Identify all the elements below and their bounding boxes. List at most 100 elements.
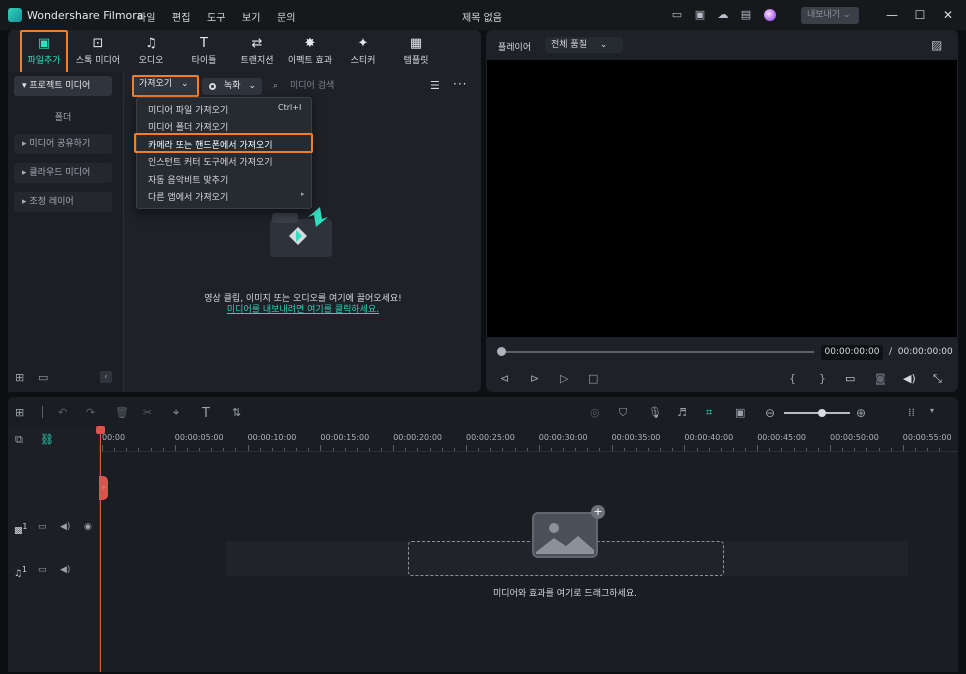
ruler-tick-label: 00:00:30:00 <box>538 433 588 442</box>
shortcut-ctrl-i: Ctrl+I <box>278 103 302 112</box>
sidebar-item-project-media[interactable]: ▾ 프로젝트 미디어 <box>14 76 112 96</box>
zoom-slider-knob[interactable] <box>818 409 826 417</box>
export-button[interactable]: 내보내기 ⌄ <box>801 7 859 24</box>
layout-icon[interactable]: ▭ <box>670 8 684 22</box>
zoom-slider[interactable] <box>784 412 850 414</box>
audio-mix-icon[interactable]: ♬ <box>677 406 687 419</box>
render-preview-icon[interactable]: ◎ <box>590 406 600 419</box>
track-mute-icon[interactable]: ◀) <box>60 522 70 532</box>
ruler-tick <box>369 448 370 451</box>
menu-item-import-media-folder[interactable]: 미디어 폴더 가져오기 <box>148 120 228 133</box>
save-icon[interactable]: ▣ <box>693 8 707 22</box>
collapse-sidebar-icon[interactable]: ‹ <box>100 371 112 383</box>
menu-item-import-media-files[interactable]: 미디어 파일 가져오기 <box>148 103 228 116</box>
tab-titles[interactable]: T 타이틀 <box>177 36 231 70</box>
mark-in-icon[interactable]: { <box>789 372 796 385</box>
volume-icon[interactable]: ◀) <box>903 372 916 385</box>
ruler-tick <box>490 448 491 451</box>
tab-transitions[interactable]: ⇄ 트랜지션 <box>230 36 284 70</box>
ruler-tick <box>733 448 734 451</box>
ruler-tick <box>563 448 564 451</box>
ruler-tick <box>211 448 212 451</box>
menu-item-import-other-apps[interactable]: 다른 앱에서 가져오기 <box>148 190 228 203</box>
layout-grid-icon[interactable]: ⊞ <box>15 406 24 419</box>
close-button[interactable]: ✕ <box>940 7 956 23</box>
marker-icon[interactable]: ⛉ <box>619 406 627 420</box>
media-search-input[interactable]: ⌕ 미디어 검색 <box>270 78 420 95</box>
fullscreen-icon[interactable]: ⤡ <box>933 372 942 386</box>
microphone-icon[interactable]: 🎙 <box>648 406 662 419</box>
playhead[interactable] <box>100 428 101 672</box>
notification-icon[interactable]: ▤ <box>739 8 753 22</box>
add-track-icon[interactable]: ⧉ <box>15 433 23 447</box>
cloud-icon[interactable]: ☁ <box>716 8 730 22</box>
stop-icon[interactable]: □ <box>588 372 598 385</box>
menu-view[interactable]: 보기 <box>242 9 260 24</box>
menu-file[interactable]: 파일 <box>137 9 155 24</box>
ruler-tick <box>830 445 831 451</box>
maximize-button[interactable]: ☐ <box>912 7 928 23</box>
track-visibility-icon[interactable]: ◉ <box>84 522 92 532</box>
minimize-button[interactable]: — <box>884 7 900 23</box>
crop-icon[interactable]: ⌖ <box>173 406 179 420</box>
link-icon[interactable]: ⛓ <box>40 433 54 446</box>
ruler-tick <box>357 448 358 451</box>
ruler-tick <box>806 448 807 451</box>
ruler-tick <box>879 448 880 451</box>
sidebar-item-folder[interactable]: 폴더 <box>14 110 112 123</box>
zoom-out-icon[interactable]: ⊖ <box>765 406 775 420</box>
tab-stickers[interactable]: ✦ 스티커 <box>336 36 390 70</box>
track-mute-icon[interactable]: ◀) <box>60 565 70 575</box>
track-folder-icon[interactable]: ▭ <box>38 522 47 532</box>
shared-media-label: 미디어 공유하기 <box>29 139 91 149</box>
folder-icon[interactable]: ▭ <box>38 371 48 384</box>
snapshot-image-icon[interactable]: ▨ <box>931 38 942 52</box>
menu-item-import-instant-cutter[interactable]: 인스턴트 커터 도구에서 가져오기 <box>148 155 273 168</box>
record-icon <box>209 83 216 90</box>
redo-icon[interactable]: ↷ <box>86 406 95 419</box>
avatar[interactable] <box>764 9 776 21</box>
ruler-tick <box>781 448 782 451</box>
sidebar-item-shared-media[interactable]: ▸ 미디어 공유하기 <box>14 134 112 154</box>
pip-icon[interactable]: ▣ <box>735 406 745 419</box>
record-button[interactable]: 녹화 ⌄ <box>202 78 262 95</box>
sidebar-item-adjustment-layer[interactable]: ▸ 조정 레이어 <box>14 192 112 212</box>
ruler-tick <box>624 448 625 451</box>
playhead-handle[interactable] <box>96 426 105 434</box>
more-options-icon[interactable]: ··· <box>453 77 467 91</box>
adjust-icon[interactable]: ⇅ <box>232 406 241 419</box>
tab-stock-media[interactable]: ⊡ 스톡 미디어 <box>71 36 125 70</box>
undo-icon[interactable]: ↶ <box>58 406 67 419</box>
track-layout-icon[interactable]: ⁞⁞ <box>908 406 915 419</box>
zoom-in-icon[interactable]: ⊕ <box>856 406 866 420</box>
split-scissors-icon[interactable]: ✂ <box>143 406 152 419</box>
prev-frame-icon[interactable]: ⊲ <box>500 372 509 385</box>
mark-out-icon[interactable]: } <box>819 372 826 385</box>
playback-progress-bar[interactable] <box>501 351 814 353</box>
media-empty-link[interactable]: 미디어를 내보내려면 여기를 클릭하세요. <box>126 302 480 315</box>
text-icon[interactable]: T <box>202 406 210 421</box>
playhead-marker-icon[interactable]: ◦ <box>99 476 108 500</box>
snap-icon[interactable]: ⌗ <box>706 406 712 420</box>
chevron-down-icon[interactable]: ▾ <box>930 406 934 415</box>
tab-effects[interactable]: ✸ 이펙트 효과 <box>283 36 337 70</box>
playback-progress-knob[interactable] <box>497 347 506 356</box>
camera-icon[interactable]: ◙ <box>875 372 886 385</box>
title-icon: T <box>200 36 208 51</box>
menu-tools[interactable]: 도구 <box>207 9 225 24</box>
tab-templates[interactable]: ▦ 템플릿 <box>389 36 443 70</box>
tab-audio[interactable]: ♫ 오디오 <box>124 36 178 70</box>
display-settings-icon[interactable]: ▭ <box>845 372 855 385</box>
sidebar-item-cloud-media[interactable]: ▸ 클라우드 미디어 <box>14 163 112 183</box>
next-frame-icon[interactable]: ⊳ <box>530 372 539 385</box>
new-folder-icon[interactable]: ⊞ <box>15 371 24 384</box>
menu-edit[interactable]: 편집 <box>172 9 190 24</box>
menu-item-auto-beat-sync[interactable]: 자동 음악비트 맞추기 <box>148 173 228 186</box>
tab-templates-label: 템플릿 <box>403 56 429 66</box>
delete-icon[interactable]: 🗑 <box>115 406 129 419</box>
quality-select[interactable]: 전체 품질 ⌄ <box>545 37 623 53</box>
menu-help[interactable]: 문의 <box>277 9 295 24</box>
filter-icon[interactable]: ☰ <box>430 79 440 92</box>
play-icon[interactable]: ▷ <box>560 372 568 385</box>
track-folder-icon[interactable]: ▭ <box>38 565 47 575</box>
